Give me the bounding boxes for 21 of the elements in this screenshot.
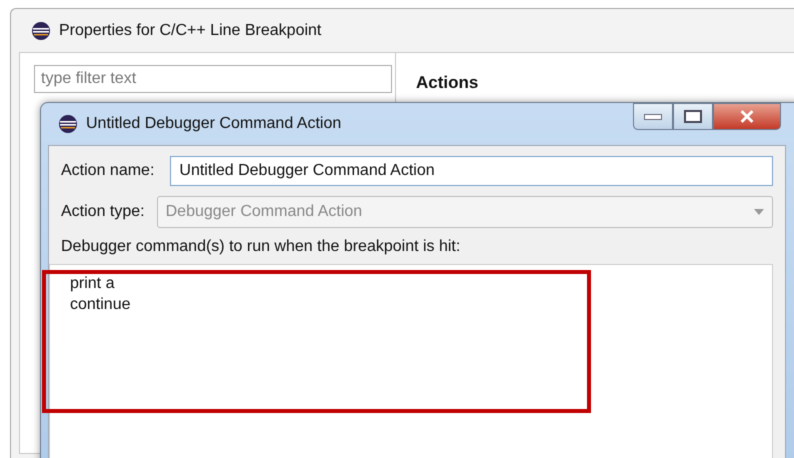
command-line: continue <box>70 295 132 315</box>
commands-label: Debugger command(s) to run when the breakpoint is hit: <box>61 238 462 256</box>
dialog-title: Untitled Debugger Command Action <box>86 115 342 133</box>
commands-text-area[interactable]: print a continue <box>49 264 773 458</box>
page-title: Actions <box>416 73 480 93</box>
action-name-field[interactable]: Untitled Debugger Command Action <box>170 156 773 186</box>
app-logo-icon <box>31 20 51 40</box>
window-title: Properties for C/C++ Line Breakpoint <box>59 22 322 40</box>
app-logo-icon <box>58 114 78 134</box>
filter-field[interactable]: type filter text <box>34 65 392 93</box>
action-type-dropdown: Debugger Command Action <box>156 196 773 228</box>
field-label: Action type: <box>61 203 145 221</box>
maximize-button[interactable] <box>673 103 713 130</box>
close-button[interactable] <box>713 103 781 130</box>
close-icon <box>739 110 755 123</box>
caret-icon <box>754 209 764 215</box>
command-line: print a <box>70 274 116 294</box>
field-label: Action name: <box>61 162 154 180</box>
minimize-button[interactable] <box>633 103 673 130</box>
maximize-icon <box>684 110 702 123</box>
minimize-icon <box>644 114 662 120</box>
